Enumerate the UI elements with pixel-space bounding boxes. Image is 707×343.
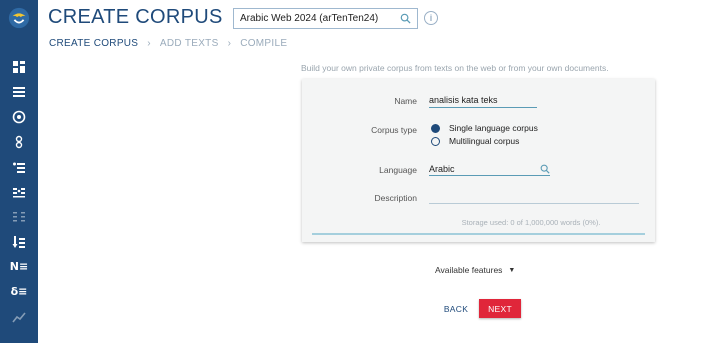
parallel-icon[interactable] (0, 179, 38, 204)
info-icon[interactable]: i (424, 11, 438, 25)
list-icon[interactable] (0, 79, 38, 104)
divider (312, 233, 645, 235)
search-icon[interactable] (400, 13, 411, 24)
sort-icon[interactable] (0, 229, 38, 254)
logo-icon (8, 7, 30, 29)
corpus-type-label: Corpus type (371, 125, 417, 135)
ngram-icon[interactable]: N≡ (0, 254, 38, 279)
radio-checked-icon[interactable] (431, 123, 440, 133)
page-title: CREATE CORPUS (48, 6, 223, 28)
breadcrumb-step-add-texts[interactable]: ADD TEXTS (160, 38, 219, 49)
app-logo[interactable] (0, 0, 38, 36)
breadcrumb-step-compile[interactable]: COMPILE (240, 38, 287, 49)
compare-icon[interactable] (0, 204, 38, 229)
breadcrumb: CREATE CORPUS › ADD TEXTS › COMPILE (49, 38, 287, 49)
available-features-label: Available features (435, 265, 503, 275)
keywords-icon[interactable]: δ≡ (0, 279, 38, 304)
radio-multilingual[interactable]: Multilingual corpus (431, 136, 519, 146)
target-icon[interactable] (0, 104, 38, 129)
create-corpus-form: Name analisis kata teks Corpus type Sing… (302, 79, 655, 242)
description-label: Description (374, 193, 417, 203)
bullet-list-icon[interactable] (0, 154, 38, 179)
radio-single-language-label: Single language corpus (449, 123, 538, 133)
chain-icon[interactable] (0, 129, 38, 154)
description-input[interactable] (429, 189, 639, 204)
search-icon[interactable] (540, 164, 550, 174)
trends-icon[interactable] (0, 304, 38, 329)
chevron-right-icon: › (147, 38, 151, 49)
name-label: Name (394, 96, 417, 106)
caret-down-icon: ▼ (508, 266, 516, 274)
corpus-select[interactable]: Arabic Web 2024 (arTenTen24) (233, 8, 418, 29)
back-button[interactable]: BACK (437, 301, 475, 317)
language-label: Language (379, 165, 417, 175)
storage-usage: Storage used: 0 of 1,000,000 words (0%). (461, 218, 601, 227)
breadcrumb-step-create-corpus[interactable]: CREATE CORPUS (49, 38, 138, 49)
language-value: Arabic (429, 164, 455, 174)
radio-single-language[interactable]: Single language corpus (431, 123, 538, 133)
radio-unchecked-icon[interactable] (431, 136, 440, 146)
language-input[interactable]: Arabic (429, 161, 550, 176)
chevron-right-icon: › (227, 38, 232, 49)
intro-text: Build your own private corpus from texts… (301, 63, 609, 73)
corpus-select-value: Arabic Web 2024 (arTenTen24) (240, 13, 379, 24)
next-button[interactable]: NEXT (479, 299, 521, 318)
name-input[interactable]: analisis kata teks (429, 93, 537, 108)
radio-multilingual-label: Multilingual corpus (449, 136, 520, 146)
sidebar: N≡ δ≡ (0, 0, 38, 343)
dashboard-icon[interactable] (0, 54, 38, 79)
available-features-toggle[interactable]: Available features ▼ (435, 265, 515, 275)
